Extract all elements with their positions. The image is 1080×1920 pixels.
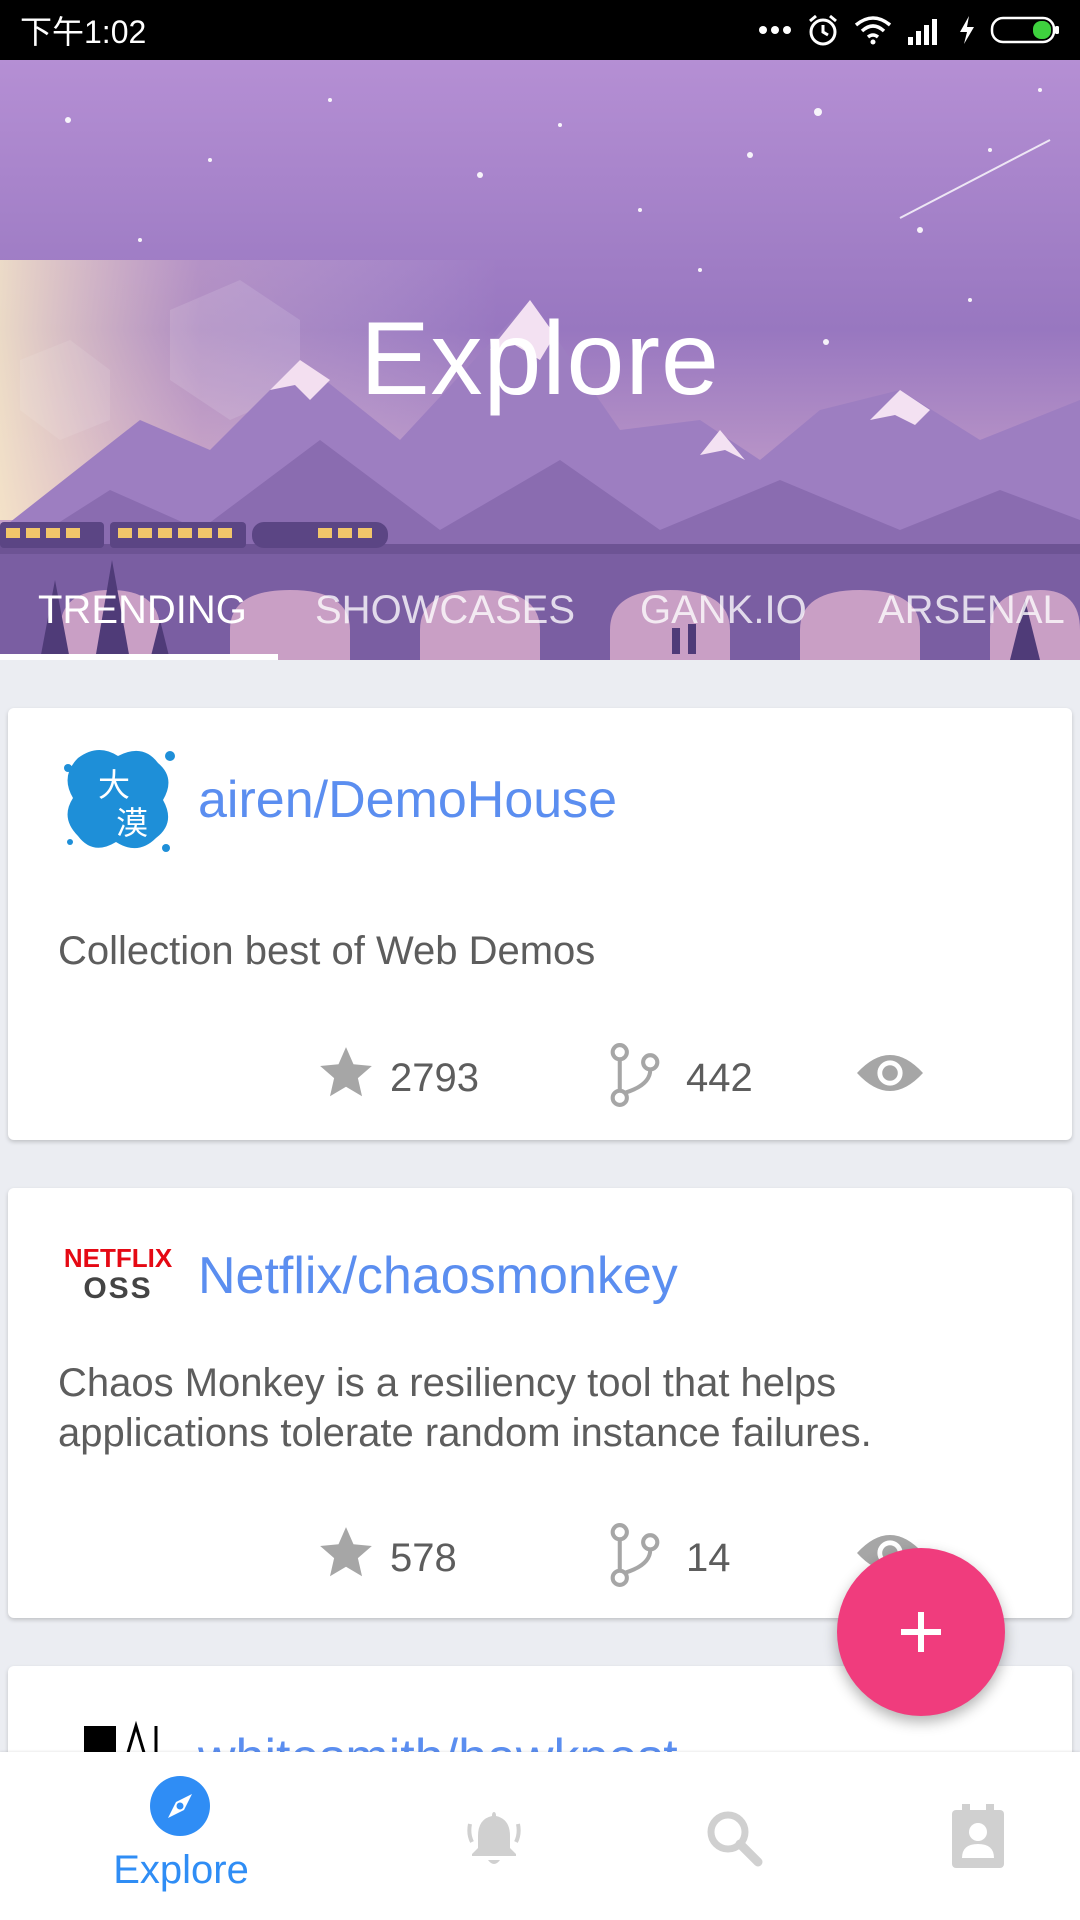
watch-eye-icon[interactable]	[854, 1048, 926, 1098]
star-icon	[320, 1047, 372, 1097]
nav-notifications[interactable]	[360, 1752, 630, 1920]
signal-icon	[908, 19, 937, 45]
svg-text:漠: 漠	[116, 804, 148, 842]
charging-icon	[960, 16, 974, 44]
alarm-icon	[809, 14, 837, 46]
repo-name-link[interactable]: Netflix/chaosmonkey	[198, 1246, 678, 1306]
svg-text:大: 大	[98, 766, 130, 804]
add-fab-button[interactable]	[837, 1548, 1005, 1716]
page-title: Explore	[360, 301, 720, 417]
compass-icon	[150, 1776, 210, 1836]
nav-search[interactable]	[600, 1752, 870, 1920]
tab-showcases[interactable]: SHOWCASES	[315, 588, 575, 633]
repo-stats: 2793 442	[8, 1042, 1072, 1112]
tab-arsenal[interactable]: ARSENAL	[878, 588, 1065, 633]
bell-icon	[467, 1812, 521, 1864]
star-count: 578	[390, 1536, 457, 1580]
ink-splash-logo-icon: 大 漠	[64, 749, 175, 852]
fork-icon	[610, 1043, 660, 1107]
repo-avatar: 大 漠	[58, 738, 178, 858]
repo-avatar: NETFLIX OSS	[58, 1212, 178, 1332]
svg-text:NETFLIX: NETFLIX	[64, 1243, 173, 1273]
fork-count: 14	[686, 1536, 731, 1580]
status-time: 下午1:02	[20, 14, 147, 50]
more-dots-icon	[759, 26, 791, 34]
nav-explore[interactable]: Explore	[46, 1752, 316, 1920]
repo-description: Collection best of Web Demos	[58, 929, 596, 973]
search-icon	[707, 1811, 763, 1867]
svg-text:OSS: OSS	[83, 1272, 152, 1305]
status-bar: 下午1:02	[0, 0, 1080, 60]
repo-card[interactable]: 大 漠 airen/DemoHouse Collection best of W…	[8, 708, 1072, 1140]
nav-explore-label: Explore	[113, 1848, 249, 1892]
netflix-oss-logo-icon: NETFLIX OSS	[64, 1243, 173, 1305]
star-icon	[320, 1527, 372, 1577]
wifi-icon	[854, 16, 892, 45]
fork-icon	[610, 1523, 660, 1587]
tab-gank-io[interactable]: GANK.IO	[640, 588, 807, 633]
repo-name-link[interactable]: airen/DemoHouse	[198, 770, 617, 830]
tab-bar: TRENDING SHOWCASES GANK.IO ARSENAL	[0, 560, 1080, 660]
explore-header: Explore TRENDING SHOWCASES GANK.IO ARSEN…	[0, 60, 1080, 660]
tab-indicator	[0, 654, 278, 660]
nav-profile[interactable]	[844, 1752, 1080, 1920]
status-icons	[758, 13, 1060, 47]
plus-icon	[901, 1612, 941, 1652]
tab-trending[interactable]: TRENDING	[38, 588, 247, 633]
fork-count: 442	[686, 1056, 753, 1100]
bottom-navigation: Explore	[0, 1752, 1080, 1920]
contact-icon	[952, 1804, 1004, 1868]
star-count: 2793	[390, 1056, 479, 1100]
repo-description: Chaos Monkey is a resiliency tool that h…	[58, 1361, 872, 1455]
battery-icon	[990, 16, 1059, 44]
